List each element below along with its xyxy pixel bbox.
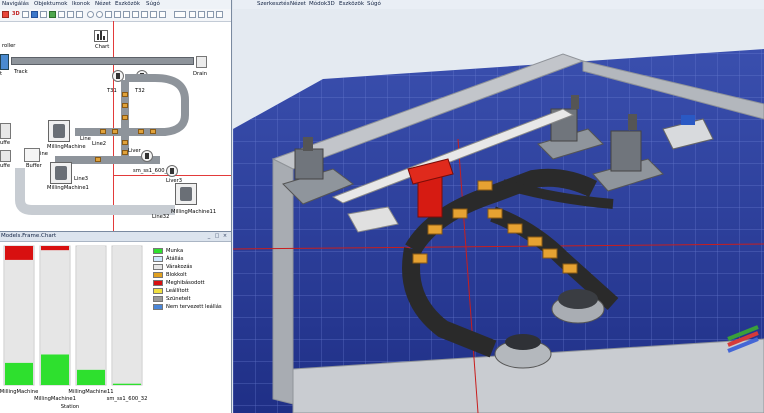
bar-segment-várakozás[interactable] (41, 250, 69, 355)
x-tick-label: MillingMachine1 (34, 396, 76, 402)
milling-machine-icon[interactable] (48, 120, 70, 142)
viewer-menu-eszkozok[interactable]: Eszközök (339, 1, 364, 8)
legend-item: Meghibásodott (153, 280, 231, 287)
left-fragment-label-2: uffe (0, 163, 11, 169)
legend-label: Átállás (166, 256, 184, 262)
bar-segment-várakozás[interactable] (5, 259, 33, 363)
legend-swatch (153, 280, 163, 286)
part-6 (138, 129, 144, 134)
chart-window-titlebar: Models.Frame.Chart _ □ × (0, 232, 231, 242)
minimize-button[interactable]: _ (206, 233, 212, 239)
legend-swatch (153, 288, 163, 294)
x-tick-label: MillingMachine11 (68, 389, 113, 395)
milling-machine11-icon[interactable] (175, 183, 197, 205)
legend-swatch (153, 272, 163, 278)
milling-machine1-icon[interactable] (50, 162, 72, 184)
left-node-icon[interactable] (0, 123, 11, 139)
legend-swatch (153, 296, 163, 302)
milling-machine1-label: MillingMachine1 (47, 185, 89, 191)
bar-segment-várakozás[interactable] (77, 246, 105, 370)
bar-segment-munka[interactable] (113, 383, 141, 385)
x-axis-title: Station (61, 404, 79, 410)
legend-item: Leállított (153, 288, 231, 295)
viewer-menu-nezet[interactable]: Nézet (290, 1, 306, 8)
liver3-icon[interactable] (166, 165, 178, 177)
chart-window: Models.Frame.Chart _ □ × MillingMachine M… (0, 232, 232, 413)
legend-item: Szünetelt (153, 296, 231, 303)
legend-label: Várakozás (166, 264, 193, 270)
chart-window-title: Models.Frame.Chart (1, 233, 57, 239)
line2-label: Line2 (92, 141, 107, 147)
line32-label: Line32 (152, 214, 170, 220)
legend-label: Leállított (166, 288, 189, 294)
bar-segment-várakozás[interactable] (113, 246, 141, 384)
part-9 (112, 129, 118, 134)
left-fragment-label-1: uffe (0, 140, 11, 146)
part-7 (150, 129, 156, 134)
maximize-button[interactable]: □ (214, 233, 220, 239)
liver-icon[interactable] (141, 150, 153, 162)
line-label: Line (80, 136, 91, 142)
viewer-menu-modok[interactable]: Módok (309, 1, 327, 8)
legend-label: Szünetelt (166, 296, 191, 302)
bar-segment-meghibásodott[interactable] (5, 246, 33, 260)
legend-label: Meghibásodott (166, 280, 205, 286)
legend-swatch (153, 264, 163, 270)
buffer-icon[interactable] (24, 148, 40, 162)
legend-item: Blokkolt (153, 272, 231, 279)
legend-swatch (153, 256, 163, 262)
left-node-icon-2[interactable] (0, 150, 11, 162)
liver3-label: Liver3 (166, 178, 183, 184)
part-1 (122, 92, 128, 97)
legend-item: Várakozás (153, 264, 231, 271)
line3-label: Line3 (74, 176, 89, 182)
legend-label: Munka (166, 248, 184, 254)
part-2 (122, 103, 128, 108)
viewer-menu-3d[interactable]: 3D (327, 1, 335, 8)
liver-label: Liver (128, 148, 141, 154)
viewer-menu-szerkesztes[interactable]: Szerkesztés (257, 1, 290, 8)
3d-viewer-window: Szerkesztés Nézet Módok 3D Eszközök Súgó (233, 0, 764, 413)
legend-label: Nem tervezett leállás (166, 304, 222, 310)
close-button[interactable]: × (222, 233, 228, 239)
x-tick-label: MillingMachine (0, 389, 38, 395)
line-partial-label: ine (40, 151, 48, 157)
buffer-label: Buffer (26, 163, 42, 169)
legend-item: Nem tervezett leállás (153, 304, 231, 311)
3d-scene[interactable] (233, 9, 764, 413)
bar-segment-munka[interactable] (41, 354, 69, 385)
stacked-bar-chart: MillingMachineMillingMachine1MillingMach… (0, 245, 148, 410)
legend-item: Átállás (153, 256, 231, 263)
bar-segment-munka[interactable] (5, 362, 33, 385)
legend-swatch (153, 304, 163, 310)
part-3 (122, 115, 128, 120)
milling-machine-label: MillingMachine (47, 144, 86, 150)
bar-segment-meghibásodott[interactable] (41, 246, 69, 251)
milling-machine11-label: MillingMachine11 (171, 209, 217, 215)
legend-swatch (153, 248, 163, 254)
part-4 (122, 140, 128, 145)
part-8 (100, 129, 106, 134)
viewer-menu-sugo[interactable]: Súgó (367, 1, 381, 8)
part-10 (95, 157, 101, 162)
x-tick-label: sm_ss1_600_32 (107, 396, 148, 402)
legend-label: Blokkolt (166, 272, 187, 278)
bar-segment-munka[interactable] (77, 369, 105, 385)
legend-item: Munka (153, 248, 231, 255)
layout-conveyor-paths (15, 74, 189, 215)
layout-window: Navigálás Objektumok Ikonok Nézet Eszköz… (0, 0, 232, 232)
